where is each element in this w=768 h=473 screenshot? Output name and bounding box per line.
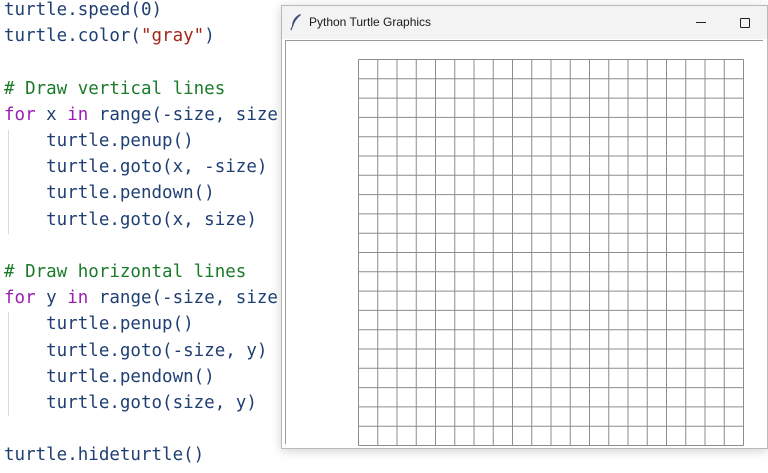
indent-guide (8, 312, 9, 416)
code-token: turtle.speed(0) (4, 0, 163, 20)
code-line: turtle.pendown() (4, 180, 215, 206)
code-token: range(-size, size (88, 288, 278, 309)
maximize-button[interactable] (727, 6, 763, 39)
code-token: for (4, 104, 36, 125)
code-line: for x in range(-size, size (4, 102, 278, 128)
code-token: range(-size, size (88, 104, 278, 125)
code-token: y (35, 288, 68, 309)
code-token: turtle.goto(size, y) (4, 393, 257, 413)
title-bar[interactable]: Python Turtle Graphics (282, 6, 767, 39)
code-line: turtle.goto(x, -size) (4, 154, 267, 180)
turtle-window[interactable]: Python Turtle Graphics (281, 5, 768, 449)
code-token: in (67, 288, 89, 309)
code-token: turtle.goto(x, -size) (4, 157, 268, 178)
code-line: turtle.goto(-size, y) (4, 338, 267, 364)
window-title: Python Turtle Graphics (309, 15, 432, 29)
code-line: turtle.speed(0) (4, 0, 162, 23)
code-line: turtle.pendown() (4, 364, 215, 390)
code-token: # Draw horizontal lines (4, 262, 247, 282)
code-token: ) (204, 26, 215, 47)
code-token: turtle.color( (4, 26, 141, 47)
code-token: turtle.goto(x, size) (4, 209, 257, 230)
code-token: turtle.pendown() (4, 183, 215, 204)
indent-guide (8, 130, 9, 234)
code-token: turtle.hideturtle() (4, 445, 205, 466)
code-line: # Draw horizontal lines (4, 259, 246, 285)
code-line: turtle.color("gray") (4, 23, 215, 49)
code-token: turtle.pendown() (4, 366, 215, 387)
code-token: turtle.penup() (4, 131, 194, 151)
code-line: turtle.penup() (4, 128, 194, 154)
code-line: turtle.penup() (4, 311, 194, 337)
code-token: "gray" (140, 26, 205, 47)
maximize-icon (740, 17, 750, 28)
code-editor[interactable]: turtle.speed(0) turtle.color("gray") # Dra… (0, 0, 290, 473)
code-token: x (35, 104, 68, 125)
code-token: turtle.goto(-size, y) (4, 340, 268, 361)
code-line: turtle.goto(x, size) (4, 207, 257, 233)
grid-drawing (358, 59, 744, 446)
code-line: turtle.hideturtle() (4, 442, 204, 468)
code-token: in (67, 104, 89, 125)
minimize-button[interactable] (683, 6, 719, 39)
code-token: turtle.penup() (4, 314, 194, 335)
minimize-icon (696, 22, 706, 23)
code-line: # Draw vertical lines (4, 76, 225, 102)
turtle-canvas[interactable] (285, 40, 763, 446)
code-token: # Draw vertical lines (4, 78, 226, 99)
code-token: for (4, 288, 36, 309)
code-line: for y in range(-size, size (4, 285, 278, 311)
feather-icon (290, 14, 301, 31)
code-line: turtle.goto(size, y) (4, 390, 257, 416)
